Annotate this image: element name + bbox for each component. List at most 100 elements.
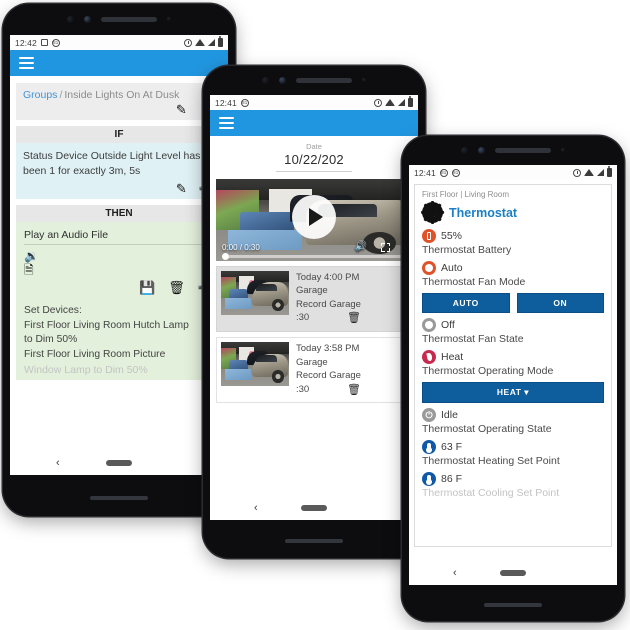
phone2-screen: 12:41 81 Date 10/22/202 0:00 / 0:30 🔊 To… [210, 95, 418, 520]
date-value: 10/22/202 [284, 152, 344, 167]
list-item[interactable]: Today 4:00 PM Garage Record Garage :30 🗑 [216, 266, 412, 333]
attribute-value: 86 F [441, 473, 463, 485]
phone2-nav-bar: ‹ [210, 496, 418, 520]
mode-button-row: HEAT ▾ [422, 382, 604, 403]
front-camera-icon [279, 76, 286, 84]
delete-icon[interactable]: 🗑 [347, 383, 361, 399]
date-underline [276, 171, 352, 172]
bottom-speaker [484, 603, 542, 607]
alarm-icon [573, 168, 581, 177]
upload-file-icon[interactable]: 🗎 [24, 263, 214, 278]
breadcrumb: Groups / Inside Lights On At Dusk [23, 89, 215, 101]
gear-icon [421, 201, 444, 224]
phone1-notch [3, 4, 235, 34]
breadcrumb-current: Inside Lights On At Dusk [64, 89, 180, 101]
nav-back-button[interactable]: ‹ [56, 457, 60, 469]
nav-home-pill[interactable] [500, 570, 526, 576]
front-camera-icon [67, 15, 74, 23]
delete-icon[interactable]: 🗑 [168, 281, 185, 294]
attribute-label: Thermostat Fan Mode [422, 276, 526, 288]
edit-icon[interactable]: ✎ [176, 103, 187, 116]
thermometer-icon [422, 440, 436, 454]
if-condition-text: Status Device Outside Light Level has be… [23, 150, 201, 178]
play-icon[interactable] [292, 194, 336, 239]
scrubber-track[interactable] [229, 255, 406, 258]
attribute-row-fan-mode: Auto [422, 261, 604, 275]
nav-back-button[interactable]: ‹ [453, 567, 457, 579]
phone3-content: First Floor | Living Room Thermostat 55%… [409, 180, 617, 547]
front-camera-icon [84, 15, 91, 23]
breadcrumb-groups-link[interactable]: Groups [23, 89, 57, 101]
audio-file-icon[interactable]: 🔉 [24, 250, 214, 264]
then-section-header: THEN [16, 205, 222, 223]
image-icon [40, 39, 48, 46]
signal-icon [597, 169, 604, 176]
mode-heat-button[interactable]: HEAT ▾ [422, 382, 604, 403]
badge-icon: 81 [51, 38, 60, 47]
attribute-row-fan-state: Off [422, 318, 604, 332]
save-icon[interactable]: 💾 [139, 281, 155, 294]
clip-duration: :30 [296, 383, 310, 395]
phone2-notch [203, 66, 425, 94]
clip-rule: Record Garage [296, 298, 361, 310]
earpiece-speaker [101, 16, 157, 22]
bottom-speaker [90, 496, 148, 500]
breadcrumb-card: Groups/Inside Lights On At Dusk ✎ 🏃 [16, 83, 222, 120]
clip-time: Today 4:00 PM [296, 272, 360, 283]
action-type-select[interactable]: Play an Audio File ▼ [24, 229, 214, 246]
sensor-icon [167, 17, 171, 21]
clip-camera: Garage [296, 356, 328, 368]
phone3-status-bar: 12:41 81 81 [409, 165, 617, 180]
attribute-label: Thermostat Battery [422, 244, 512, 256]
action-type-value: Play an Audio File [24, 229, 109, 242]
wifi-icon [195, 39, 205, 46]
delete-icon[interactable]: 🗑 [347, 311, 361, 327]
hamburger-menu-icon[interactable] [19, 57, 34, 69]
phone1-status-bar: 12:42 81 [10, 35, 228, 50]
list-item[interactable]: Today 3:58 PM Garage Record Garage :30 🗑 [216, 337, 412, 404]
date-field[interactable]: Date 10/22/202 [210, 136, 418, 175]
edit-icon[interactable]: ✎ [176, 182, 187, 195]
volume-icon[interactable]: 🔊 [355, 242, 367, 252]
phone-thermostat: 12:41 81 81 First Floor | Living Room Th… [402, 136, 624, 621]
phone3-notch [402, 136, 624, 164]
battery-icon [408, 96, 413, 107]
sensor-icon [362, 78, 366, 82]
set-devices-card: Set Devices: First Floor Living Room Hut… [16, 299, 222, 381]
thermostat-card: First Floor | Living Room Thermostat 55%… [414, 184, 612, 547]
attribute-value: 63 F [441, 441, 463, 453]
alarm-icon [374, 98, 382, 107]
phone-video-recordings: 12:41 81 Date 10/22/202 0:00 / 0:30 🔊 To… [203, 66, 425, 558]
phone2-status-bar: 12:41 81 [210, 95, 418, 110]
fan-on-button[interactable]: ON [516, 293, 604, 313]
clip-rule: Record Garage [296, 370, 361, 382]
front-camera-icon [478, 146, 485, 154]
nav-home-pill[interactable] [106, 460, 132, 466]
video-time-display: 0:00 / 0:30 [222, 242, 260, 252]
video-player[interactable]: 0:00 / 0:30 🔊 [216, 179, 412, 261]
clip-thumbnail [221, 271, 289, 315]
nav-back-button[interactable]: ‹ [254, 502, 258, 514]
fan-icon [422, 261, 436, 275]
signal-icon [398, 99, 405, 106]
scrubber-handle[interactable] [222, 253, 229, 260]
status-time: 12:41 [414, 167, 436, 178]
power-icon: ⏻ [422, 408, 436, 422]
clip-camera: Garage [296, 285, 328, 297]
clip-thumbnail [221, 342, 289, 387]
phone1-content: Groups/Inside Lights On At Dusk ✎ 🏃 IF S… [10, 83, 228, 381]
hamburger-menu-icon[interactable] [219, 117, 234, 129]
attribute-row-heating-setpoint: 63 F [422, 440, 604, 454]
attribute-row-operating-state: ⏻ Idle [422, 408, 604, 422]
attribute-value: Heat [441, 351, 464, 363]
thermometer-icon [422, 472, 436, 486]
fullscreen-icon[interactable] [381, 242, 390, 252]
clip-details: Today 4:00 PM Garage Record Garage :30 🗑 [296, 271, 361, 327]
alarm-icon [184, 38, 192, 47]
nav-home-pill[interactable] [301, 505, 327, 511]
wifi-icon [584, 169, 594, 176]
fan-auto-button[interactable]: AUTO [422, 293, 510, 313]
video-scrubber[interactable] [216, 252, 412, 261]
phone1-screen: 12:42 81 Groups / Inside Lights On At Du… [10, 35, 228, 475]
attribute-value: Off [441, 319, 455, 331]
